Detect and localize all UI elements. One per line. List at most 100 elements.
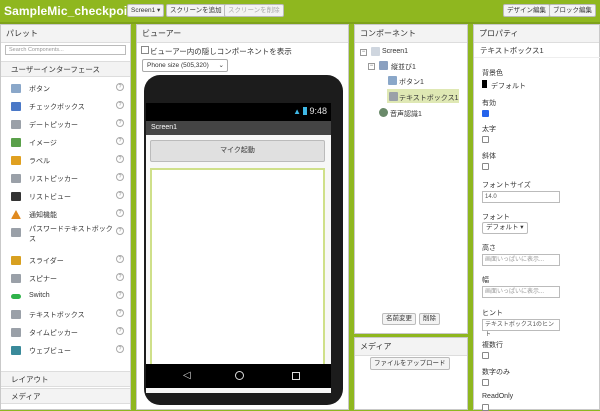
notifier-icon	[11, 210, 21, 219]
italic-checkbox[interactable]	[482, 163, 489, 170]
wifi-icon: ▲	[293, 107, 301, 116]
help-icon[interactable]: ?	[116, 173, 124, 181]
delete-button[interactable]: 削除	[419, 313, 440, 325]
palette-item-label: テキストボックス	[29, 312, 85, 319]
help-icon[interactable]: ?	[116, 137, 124, 145]
add-screen-button[interactable]: スクリーンを追加	[166, 4, 226, 17]
palette-category-media[interactable]: メディア	[1, 388, 130, 404]
palette-item-label: パスワードテキストボックス	[29, 226, 113, 243]
palette-item-label: リストピッカー	[29, 176, 78, 183]
passwordtextbox-icon	[11, 228, 21, 237]
viewer-header: ビューアー	[137, 25, 348, 43]
help-icon[interactable]: ?	[116, 309, 124, 317]
button-icon	[388, 76, 397, 85]
blocks-button[interactable]: ブロック編集	[549, 4, 596, 17]
palette-category-ui[interactable]: ユーザーインターフェース	[1, 61, 130, 77]
phone-screen: ▲ 9:48 Screen1 マイク起動	[146, 103, 331, 393]
rename-button[interactable]: 名前変更	[382, 313, 416, 325]
height-input[interactable]: 画面いっぱいに表示...	[482, 254, 560, 266]
components-header: コンポーネント	[355, 25, 467, 43]
help-icon[interactable]: ?	[116, 155, 124, 163]
palette-item-checkbox[interactable]: チェックボックス ?	[11, 98, 126, 116]
remove-screen-button[interactable]: スクリーンを削除	[224, 4, 284, 17]
hint-input[interactable]: テキストボックス1のヒント	[482, 319, 560, 338]
palette-item-label: リストビュー	[29, 194, 71, 201]
chevron-down-icon: ⌄	[218, 62, 224, 69]
width-input[interactable]: 画面いっぱいに表示...	[482, 286, 560, 298]
textbox-preview[interactable]	[150, 168, 325, 378]
palette-item-webviewer[interactable]: ウェブビュー ?	[11, 342, 126, 360]
palette-item-spinner[interactable]: スピナー ?	[11, 270, 126, 288]
palette-item-button[interactable]: ボタン ?	[11, 80, 126, 98]
palette-item-passwordtextbox[interactable]: パスワードテキストボックス ?	[11, 224, 126, 252]
textbox-icon	[389, 92, 398, 101]
numbers-only-checkbox[interactable]	[482, 379, 489, 386]
palette-search-input[interactable]: Search Components...	[5, 45, 126, 55]
palette-item-label: デートピッカー	[29, 122, 78, 129]
palette-item-switch[interactable]: Switch ?	[11, 288, 126, 306]
properties-component-name: テキストボックス1	[474, 44, 600, 58]
speech-recognizer-icon	[379, 108, 388, 117]
collapse-icon[interactable]: −	[368, 63, 375, 70]
palette-item-label[interactable]: ラベル ?	[11, 152, 126, 170]
palette-item-timepicker[interactable]: タイムピッカー ?	[11, 324, 126, 342]
help-icon[interactable]: ?	[116, 101, 124, 109]
palette-item-slider[interactable]: スライダー ?	[11, 252, 126, 270]
media-header: メディア	[355, 338, 467, 356]
phone-size-select[interactable]: Phone size (505,320) ⌄	[142, 59, 228, 72]
show-hidden-checkbox[interactable]	[141, 46, 149, 54]
checkbox-icon	[11, 102, 21, 111]
tree-item-arrangement[interactable]: 縦並び1	[391, 62, 416, 72]
upload-file-button[interactable]: ファイルをアップロード	[370, 357, 450, 370]
help-icon[interactable]: ?	[116, 255, 124, 263]
phone-frame: ▲ 9:48 Screen1 マイク起動 ◁	[144, 75, 343, 405]
tree-item-speech[interactable]: 音声認識1	[390, 109, 422, 119]
collapse-icon[interactable]: −	[360, 49, 367, 56]
multiline-checkbox[interactable]	[482, 352, 489, 359]
palette-item-listpicker[interactable]: リストピッカー ?	[11, 170, 126, 188]
help-icon[interactable]: ?	[116, 291, 124, 299]
bold-checkbox[interactable]	[482, 136, 489, 143]
help-icon[interactable]: ?	[116, 191, 124, 199]
palette-item-notifier[interactable]: 通知機能 ?	[11, 206, 126, 224]
multiline-label: 複数行	[482, 342, 503, 349]
home-icon[interactable]	[235, 371, 244, 380]
tree-item-screen1[interactable]: Screen1	[382, 48, 408, 55]
designer-button[interactable]: デザイン編集	[503, 4, 550, 17]
readonly-label: ReadOnly	[482, 393, 514, 400]
screen-icon	[371, 47, 380, 56]
bg-color-value[interactable]: デフォルト	[491, 81, 526, 91]
hint-label: ヒント	[482, 310, 503, 317]
help-icon[interactable]: ?	[116, 209, 124, 217]
screen-title-bar: Screen1	[146, 121, 331, 135]
tree-item-button[interactable]: ボタン1	[399, 77, 424, 87]
palette-item-listview[interactable]: リストビュー ?	[11, 188, 126, 206]
properties-panel: プロパティ テキストボックス1 背景色 デフォルト 有効 太字 斜体 フォントサ…	[473, 24, 600, 411]
app-title: SampleMic_checkpoint1	[4, 4, 146, 18]
font-select[interactable]: デフォルト ▾	[482, 222, 528, 234]
tree-item-textbox[interactable]: テキストボックス1	[399, 93, 458, 103]
color-swatch[interactable]	[482, 80, 487, 88]
palette-item-label: イメージ	[29, 140, 57, 147]
font-size-input[interactable]: 14.0	[482, 191, 560, 203]
screen-select[interactable]: Screen1 ▾	[127, 4, 165, 17]
arrangement-icon	[379, 61, 388, 70]
recents-icon[interactable]	[292, 372, 300, 380]
help-icon[interactable]: ?	[116, 327, 124, 335]
enabled-checkbox[interactable]	[482, 110, 489, 117]
switch-icon	[11, 294, 21, 299]
palette-category-layout[interactable]: レイアウト	[1, 371, 130, 387]
mic-start-button[interactable]: マイク起動	[150, 140, 325, 162]
palette-item-image[interactable]: イメージ ?	[11, 134, 126, 152]
palette-item-datepicker[interactable]: デートピッカー ?	[11, 116, 126, 134]
help-icon[interactable]: ?	[116, 227, 124, 235]
help-icon[interactable]: ?	[116, 83, 124, 91]
show-hidden-label: ビューアー内の隠しコンポーネントを表示	[150, 47, 292, 56]
back-icon[interactable]: ◁	[183, 370, 191, 381]
help-icon[interactable]: ?	[116, 345, 124, 353]
help-icon[interactable]: ?	[116, 273, 124, 281]
help-icon[interactable]: ?	[116, 119, 124, 127]
palette-item-textbox[interactable]: テキストボックス ?	[11, 306, 126, 324]
battery-icon	[303, 107, 307, 115]
palette-item-label: スライダー	[29, 258, 64, 265]
